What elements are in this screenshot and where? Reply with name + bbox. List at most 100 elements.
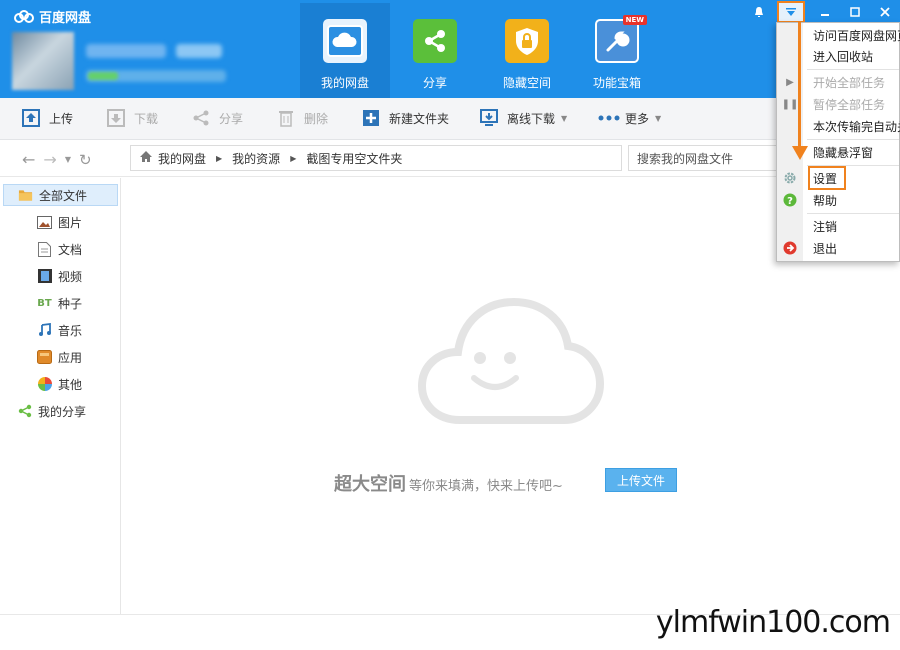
upload-button[interactable]: 上传 — [22, 109, 73, 127]
maximize-button[interactable] — [842, 3, 868, 21]
sidebar-item-documents[interactable]: 文档 — [0, 238, 82, 260]
address-bar: ← → ▼ ↻ 我的网盘 ▶ 我的资源 ▶ 截图专用空文件夹 搜索我的网盘文件 — [0, 140, 900, 177]
user-level-blurred — [176, 44, 222, 58]
sidebar-item-torrents[interactable]: BT 种子 — [0, 292, 82, 314]
more-label: 更多 — [625, 111, 650, 126]
tab-label: 我的网盘 — [320, 76, 369, 90]
breadcrumb: 我的网盘 ▶ 我的资源 ▶ 截图专用空文件夹 — [130, 145, 622, 171]
breadcrumb-item[interactable]: 我的资源 — [232, 150, 280, 167]
breadcrumb-item[interactable]: 截图专用空文件夹 — [306, 150, 402, 167]
refresh-icon[interactable]: ↻ — [79, 151, 92, 169]
bell-icon[interactable] — [746, 3, 772, 21]
username-blurred — [86, 44, 166, 58]
chevron-down-icon: ▼ — [655, 113, 662, 123]
lock-icon — [505, 19, 549, 63]
sidebar-item-apps[interactable]: 应用 — [0, 346, 82, 368]
home-icon[interactable] — [139, 150, 153, 166]
download-label: 下载 — [134, 111, 159, 126]
upload-icon — [22, 109, 40, 127]
tab-label: 隐藏空间 — [502, 76, 551, 90]
tab-my-disk[interactable]: 我的网盘 — [300, 3, 390, 98]
offline-download-button[interactable]: 离线下载 ▼ — [480, 109, 567, 127]
video-icon — [37, 269, 52, 284]
close-button[interactable] — [872, 3, 898, 21]
cloud-icon — [323, 19, 367, 63]
tab-hidden-space[interactable]: 隐藏空间 — [482, 3, 572, 98]
more-dots-icon — [598, 109, 620, 127]
document-icon — [37, 241, 52, 257]
app-logo: 百度网盘 — [14, 7, 91, 26]
sidebar-item-label: 种子 — [58, 296, 83, 311]
sidebar-item-images[interactable]: 图片 — [0, 211, 82, 233]
back-arrow-icon[interactable]: ← — [22, 150, 35, 169]
search-placeholder: 搜索我的网盘文件 — [637, 151, 734, 166]
share-icon — [17, 404, 32, 419]
new-folder-icon — [362, 109, 380, 127]
delete-label: 删除 — [304, 111, 329, 126]
title-bar: 百度网盘 我的网盘 分享 隐藏空间 NEW 功能宝箱 — [0, 0, 900, 98]
annotation-arrow — [798, 22, 801, 150]
tab-toolbox[interactable]: NEW 功能宝箱 — [572, 3, 662, 98]
new-badge: NEW — [622, 15, 647, 25]
sidebar-item-label: 我的分享 — [38, 404, 87, 419]
sidebar-item-label: 文档 — [58, 242, 83, 257]
download-button[interactable]: 下载 — [107, 109, 158, 127]
delete-button[interactable]: 删除 — [277, 109, 328, 127]
highlight-box-settings — [808, 166, 846, 190]
empty-subtext: 等你来填满，快来上传吧~ — [409, 479, 563, 494]
breadcrumb-item[interactable]: 我的网盘 — [158, 150, 206, 167]
share-icon — [413, 19, 457, 63]
menu-item-pause-all[interactable]: 暂停全部任务 — [813, 95, 900, 113]
sidebar-item-label: 视频 — [58, 269, 83, 284]
new-folder-label: 新建文件夹 — [389, 111, 450, 126]
menu-item-help[interactable]: 帮助 — [813, 191, 900, 209]
menu-item-start-all[interactable]: 开始全部任务 — [813, 73, 900, 91]
toolbar: 上传 下载 分享 删除 新建文件夹 离线下载 ▼ 更多 ▼ — [0, 98, 900, 140]
share-label: 分享 — [219, 111, 244, 126]
menu-item-visit-web[interactable]: 访问百度网盘网页 — [813, 26, 900, 44]
sidebar: 全部文件 图片 文档 视频 BT 种子 音乐 应用 其他 我的分享 — [0, 178, 121, 614]
sidebar-item-music[interactable]: 音乐 — [0, 319, 82, 341]
menu-item-logout[interactable]: 注销 — [813, 217, 900, 235]
svg-text:?: ? — [787, 196, 793, 207]
menu-item-auto-shutdown[interactable]: 本次传输完自动关机 — [813, 117, 900, 135]
main-menu: 访问百度网盘网页 进入回收站 ▶ 开始全部任务 ❚❚ 暂停全部任务 本次传输完自… — [776, 22, 900, 262]
tab-label: 分享 — [422, 76, 447, 90]
avatar[interactable] — [12, 32, 74, 90]
bt-icon: BT — [37, 297, 52, 309]
music-icon — [37, 323, 52, 338]
trash-icon — [277, 109, 295, 127]
breadcrumb-separator-icon: ▶ — [216, 153, 223, 163]
menu-item-exit[interactable]: 退出 — [813, 239, 900, 257]
sidebar-item-my-shares[interactable]: 我的分享 — [0, 400, 86, 422]
tab-share[interactable]: 分享 — [390, 3, 480, 98]
empty-state-message: 超大空间 等你来填满，快来上传吧~ — [334, 470, 563, 496]
sidebar-item-other[interactable]: 其他 — [0, 373, 82, 395]
watermark: ylmfwin100.com — [655, 605, 891, 640]
minimize-button[interactable] — [812, 3, 838, 21]
sidebar-item-all-files[interactable]: 全部文件 — [3, 184, 118, 206]
navigation-controls: ← → ▼ ↻ — [22, 150, 92, 169]
baidu-cloud-logo-icon — [14, 9, 34, 23]
folder-icon — [18, 188, 33, 203]
upload-label: 上传 — [49, 111, 74, 126]
storage-fill-blurred — [88, 72, 118, 80]
search-input[interactable]: 搜索我的网盘文件 — [628, 145, 778, 171]
menu-item-hide-float[interactable]: 隐藏悬浮窗 — [813, 143, 900, 161]
highlight-box-menu-button — [777, 1, 805, 23]
sidebar-item-label: 图片 — [58, 215, 83, 230]
play-icon: ▶ — [786, 76, 794, 88]
gear-icon — [783, 171, 797, 185]
more-button[interactable]: 更多 ▼ — [598, 109, 661, 127]
forward-arrow-icon[interactable]: → — [43, 150, 56, 169]
new-folder-button[interactable]: 新建文件夹 — [362, 109, 449, 127]
menu-item-recycle-bin[interactable]: 进入回收站 — [813, 47, 900, 65]
help-icon: ? — [783, 193, 797, 207]
sidebar-item-label: 音乐 — [58, 323, 83, 338]
share-button[interactable]: 分享 — [192, 109, 243, 127]
offline-download-icon — [480, 109, 498, 127]
sidebar-item-videos[interactable]: 视频 — [0, 265, 82, 287]
upload-file-button[interactable]: 上传文件 — [605, 468, 677, 492]
history-dropdown-icon[interactable]: ▼ — [65, 155, 71, 164]
pause-icon: ❚❚ — [781, 98, 799, 110]
